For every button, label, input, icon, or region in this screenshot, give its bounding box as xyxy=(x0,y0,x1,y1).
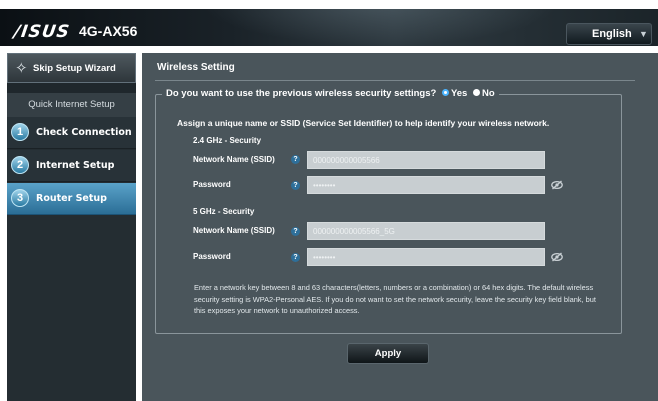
wizard-wand-icon: ✧ xyxy=(15,60,28,77)
question-label: Do you want to use the previous wireless… xyxy=(166,88,437,99)
password-5-label: Password xyxy=(193,252,231,261)
radio-yes-label[interactable]: Yes xyxy=(451,88,467,99)
security-key-note: Enter a network key between 8 and 63 cha… xyxy=(194,283,596,315)
ssid-5-input[interactable]: 000000000005566_5G xyxy=(307,222,545,240)
step-3-icon: 3 xyxy=(11,189,29,207)
show-password-icon[interactable] xyxy=(551,252,563,262)
chevron-down-icon: ▼ xyxy=(639,29,648,39)
quick-internet-setup-label: Quick Internet Setup xyxy=(28,99,115,110)
page-title: Wireless Setting xyxy=(157,62,235,73)
router-setup-wizard: /ISUS 4G-AX56 English ▼ ✧ Skip Setup Wiz… xyxy=(0,0,658,401)
asus-logo: /ISUS xyxy=(12,22,72,42)
radio-no-label[interactable]: No xyxy=(482,88,495,99)
sidebar-item-label: Internet Setup xyxy=(36,160,115,171)
quick-internet-setup-heading: Quick Internet Setup xyxy=(7,93,136,118)
sidebar-item-label: Check Connection xyxy=(36,127,132,138)
password-24-label: Password xyxy=(193,180,231,189)
sidebar-item-internet-setup[interactable]: 2 Internet Setup xyxy=(7,150,136,182)
step-1-icon: 1 xyxy=(11,123,29,141)
radio-no[interactable] xyxy=(472,89,480,97)
sidebar-item-label: Router Setup xyxy=(36,193,107,204)
model-name: 4G-AX56 xyxy=(79,23,138,39)
skip-setup-wizard-button[interactable]: ✧ Skip Setup Wizard xyxy=(7,53,136,83)
password-24-input[interactable]: •••••••• xyxy=(307,176,545,194)
show-password-icon[interactable] xyxy=(551,180,563,190)
help-icon[interactable]: ? xyxy=(291,227,300,236)
apply-button[interactable]: Apply xyxy=(347,343,429,364)
previous-settings-question: Do you want to use the previous wireless… xyxy=(162,88,499,99)
band-5-heading: 5 GHz - Security xyxy=(193,207,255,216)
help-icon[interactable]: ? xyxy=(291,253,300,262)
header-bar: /ISUS 4G-AX56 English ▼ xyxy=(0,9,658,46)
ssid-5-label: Network Name (SSID) xyxy=(193,226,275,235)
title-divider xyxy=(155,80,635,81)
header-decoration xyxy=(200,9,560,46)
language-label: English xyxy=(592,28,632,40)
ssid-24-input[interactable]: 000000000005566 xyxy=(307,151,545,169)
skip-setup-wizard-label: Skip Setup Wizard xyxy=(33,63,116,74)
sidebar-item-router-setup[interactable]: 3 Router Setup xyxy=(7,183,136,215)
language-select[interactable]: English ▼ xyxy=(566,23,652,45)
help-icon[interactable]: ? xyxy=(291,155,300,164)
password-5-input[interactable]: •••••••• xyxy=(307,248,545,266)
ssid-instructions: Assign a unique name or SSID (Service Se… xyxy=(177,118,550,128)
step-2-icon: 2 xyxy=(11,156,29,174)
sidebar-item-check-connection[interactable]: 1 Check Connection xyxy=(7,117,136,149)
radio-yes[interactable] xyxy=(441,89,449,97)
help-icon[interactable]: ? xyxy=(291,181,300,190)
ssid-24-label: Network Name (SSID) xyxy=(193,155,275,164)
band-24-heading: 2.4 GHz - Security xyxy=(193,136,262,145)
